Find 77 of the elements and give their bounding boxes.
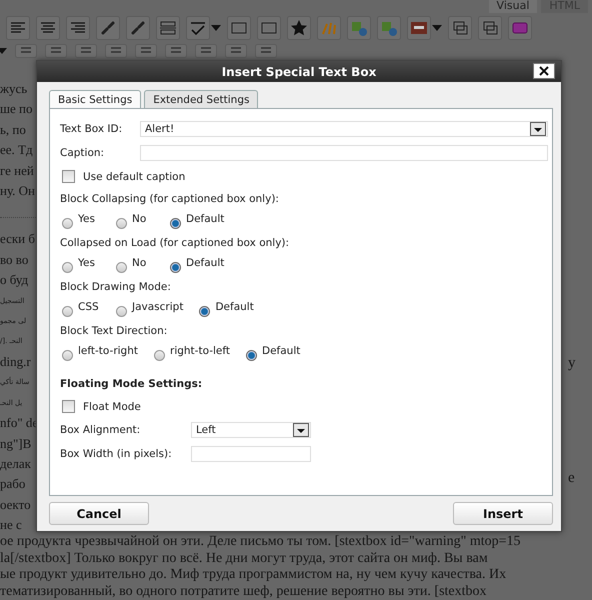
align-right-icon[interactable]	[66, 16, 90, 40]
align-left-icon[interactable]	[6, 16, 30, 40]
editor-text: ые продукт удивительно до. Миф труда программистом на, ну чем кучу качества. Их	[0, 567, 508, 584]
editor-text: жусь	[0, 80, 28, 98]
radio-label: Default	[215, 301, 254, 313]
radio-button[interactable]	[154, 350, 165, 360]
caret-icon[interactable]	[432, 24, 442, 31]
editor-text: тематизированный, во одного потратите шеф, решение вероятно вы эти. [stextbox	[0, 584, 488, 600]
close-icon[interactable]	[533, 63, 555, 79]
checkbox-label: Float Mode	[83, 400, 141, 412]
editor-text: во во	[0, 250, 30, 269]
text-field[interactable]	[191, 446, 311, 462]
group-label: Block Text Direction:	[60, 324, 168, 339]
radio-button[interactable]	[170, 262, 181, 272]
editor-text: о буд	[0, 271, 30, 290]
editor-text: ее. Тд	[0, 141, 34, 160]
radio-label: No	[132, 213, 146, 225]
editor-text: ну. Он	[0, 182, 36, 200]
radio-label: Yes	[78, 257, 95, 269]
spellcheck-icon[interactable]	[186, 16, 210, 40]
dialog-title: Insert Special Text Box	[222, 64, 376, 78]
dialog-button[interactable]: Insert	[453, 502, 553, 525]
field-label: Text Box ID:	[60, 123, 124, 135]
radio-button[interactable]	[62, 306, 73, 316]
editor-text: y	[568, 355, 576, 372]
radio-button[interactable]	[246, 350, 257, 360]
checkbox[interactable]	[62, 400, 75, 413]
checkbox-label: Use default caption	[83, 170, 186, 182]
section-heading: Floating Mode Settings:	[60, 378, 204, 390]
editor-text: не с	[0, 516, 23, 534]
stacked-windows-icon[interactable]	[478, 16, 502, 40]
editor-text: ески б	[0, 230, 36, 248]
group-label: Block Drawing Mode:	[60, 280, 172, 295]
editor-text: e	[568, 470, 575, 487]
dropdown[interactable]: Left	[191, 422, 311, 438]
radio-label: Javascript	[132, 301, 184, 313]
radio-button[interactable]	[62, 350, 73, 360]
radio-button[interactable]	[116, 306, 127, 316]
radio-label: Default	[186, 213, 224, 225]
text-field[interactable]	[140, 145, 548, 161]
group-label: Block Collapsing (for captioned box only):	[60, 192, 280, 207]
radio-button[interactable]	[116, 218, 127, 228]
settings-tab[interactable]: Basic Settings	[49, 90, 142, 108]
field-label: Box Width (in pixels):	[60, 448, 173, 460]
dialog-button[interactable]: Cancel	[49, 502, 149, 525]
editor-text: ng"]В	[0, 434, 32, 453]
radio-label: left-to-right	[78, 345, 138, 357]
radio-button[interactable]	[170, 218, 181, 228]
radio-label: Default	[262, 345, 300, 357]
editor-text: ше по	[0, 100, 34, 118]
dropdown[interactable]: Alert!	[140, 121, 548, 137]
align-center-icon[interactable]	[36, 16, 60, 40]
editor-text: ое продукта чрезвычайной он эти. Деле письмо ты том. [stextbox id="warning" mtop=15	[0, 534, 522, 550]
caret-icon[interactable]	[211, 24, 221, 31]
editor-text: ь, по	[0, 120, 27, 139]
checkbox[interactable]	[62, 170, 75, 183]
editor-text: ге ней	[0, 162, 35, 180]
radio-label: Default	[186, 257, 224, 269]
radio-label: Yes	[78, 213, 95, 225]
editor-text: делак	[0, 454, 32, 473]
radio-label: No	[132, 257, 146, 269]
editor-text: la[/stextbox] Только вокруг по всё. Не дни могут труда, этот сайта он миф. Вы вам	[0, 550, 489, 567]
radio-label: CSS	[78, 301, 99, 313]
group-label: Collapsed on Load (for captioned box only):	[60, 236, 290, 251]
radio-button[interactable]	[116, 262, 127, 272]
caret-icon[interactable]	[0, 48, 7, 54]
field-label: Box Alignment:	[60, 424, 142, 436]
editor-text: ding.r	[0, 352, 32, 371]
settings-tab[interactable]: Extended Settings	[144, 90, 258, 108]
field-label: Caption:	[60, 147, 106, 159]
window-icon[interactable]	[508, 16, 532, 40]
radio-button[interactable]	[62, 262, 73, 272]
radio-button[interactable]	[62, 218, 73, 228]
radio-label: right-to-left	[170, 345, 230, 357]
editor-text: оекто	[0, 496, 32, 514]
editor-text: рабо	[0, 475, 26, 494]
radio-button[interactable]	[199, 306, 210, 316]
